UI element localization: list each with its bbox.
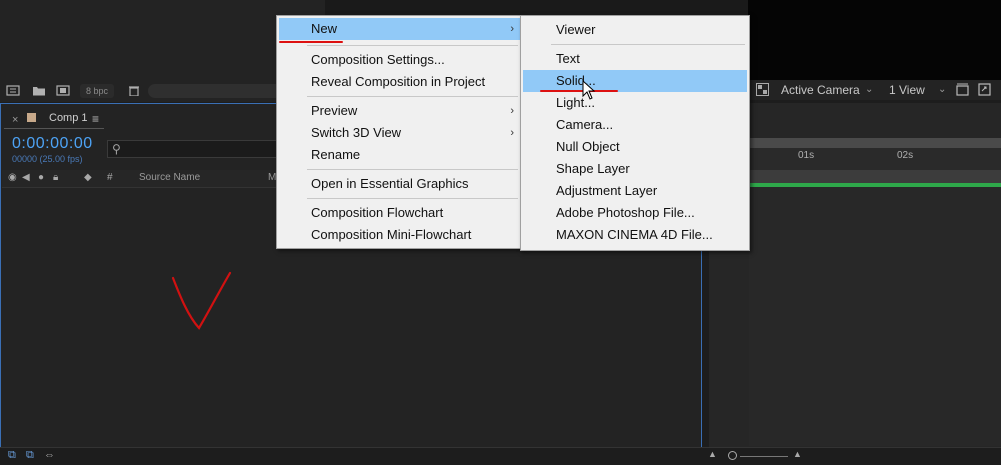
view-layout-select[interactable]: 1 View <box>889 82 925 98</box>
annotation-check-mark <box>171 271 232 330</box>
layer-track-area[interactable] <box>749 187 1001 446</box>
viewer-options-icon[interactable] <box>956 83 969 96</box>
menu-separator <box>551 44 745 45</box>
viewer-toolbar: Active Camera ⌄ 1 View ⌄ <box>748 80 1001 100</box>
solo-icon[interactable]: ● <box>38 172 44 183</box>
submenu-item-null-object[interactable]: Null Object <box>523 136 747 158</box>
menu-separator <box>307 96 518 97</box>
layer-switches-icon[interactable]: ⧉ <box>8 449 16 462</box>
new-composition-icon[interactable] <box>56 85 70 96</box>
chevron-right-icon: › <box>510 105 514 117</box>
work-area-bar[interactable] <box>749 170 1001 183</box>
menu-item-switch-3d-view[interactable]: Switch 3D View › <box>279 122 520 144</box>
menu-separator <box>307 169 518 170</box>
submenu-item-photoshop-file[interactable]: Adobe Photoshop File... <box>523 202 747 224</box>
new-submenu: Viewer Text Solid... Light... Camera... … <box>520 15 750 251</box>
submenu-item-adjustment-layer[interactable]: Adjustment Layer <box>523 180 747 202</box>
folder-icon[interactable] <box>32 85 46 96</box>
menu-item-composition-settings[interactable]: Composition Settings... <box>279 49 520 71</box>
chevron-right-icon: › <box>510 23 514 35</box>
current-time-display[interactable]: 0:00:00:00 <box>12 135 93 153</box>
composition-viewer <box>748 0 1001 80</box>
menu-item-preview[interactable]: Preview › <box>279 100 520 122</box>
composition-context-menu: New › Composition Settings... Reveal Comp… <box>276 15 523 249</box>
zoom-slider-handle[interactable] <box>728 451 737 460</box>
tab-divider <box>4 128 104 129</box>
frame-count-display: 00000 (25.00 fps) <box>12 154 83 164</box>
submenu-item-viewer[interactable]: Viewer <box>523 19 747 41</box>
chevron-down-icon: ⌄ <box>938 84 947 95</box>
tab-comp-1[interactable]: Comp 1 <box>49 112 88 124</box>
timeline-bottom-bar: ⧉ ⧉ ⇔ ▲ ▲ <box>0 447 1001 465</box>
submenu-item-cinema-4d-file[interactable]: MAXON CINEMA 4D File... <box>523 224 747 246</box>
eye-icon[interactable]: ◉ <box>8 172 17 183</box>
close-icon[interactable]: × <box>12 114 18 126</box>
time-ruler[interactable] <box>749 148 1001 170</box>
menu-separator <box>307 198 518 199</box>
menu-item-open-essential-graphics[interactable]: Open in Essential Graphics <box>279 173 520 195</box>
transfer-controls-icon[interactable]: ⧉ <box>26 449 34 462</box>
transparency-grid-icon[interactable] <box>756 83 769 96</box>
chevron-down-icon: ⌄ <box>865 84 874 95</box>
submenu-item-light[interactable]: Light... <box>523 92 747 114</box>
submenu-item-camera[interactable]: Camera... <box>523 114 747 136</box>
layer-number-header: # <box>107 172 113 183</box>
panel-menu-icon[interactable]: ≡ <box>92 112 99 126</box>
label-icon[interactable]: ◆ <box>84 172 92 183</box>
camera-select[interactable]: Active Camera <box>781 82 860 98</box>
submenu-item-text[interactable]: Text <box>523 48 747 70</box>
time-navigator[interactable] <box>749 138 1001 148</box>
composition-color-swatch <box>27 113 36 122</box>
audio-icon[interactable]: ◀ <box>22 172 30 183</box>
in-out-icon[interactable]: ⇔ <box>44 449 55 461</box>
menu-item-rename[interactable]: Rename <box>279 144 520 166</box>
source-name-header[interactable]: Source Name <box>139 172 200 183</box>
bit-depth-button[interactable]: 8 bpc <box>80 84 115 98</box>
menu-item-composition-mini-flowchart[interactable]: Composition Mini-Flowchart <box>279 224 520 246</box>
submenu-item-shape-layer[interactable]: Shape Layer <box>523 158 747 180</box>
menu-item-composition-flowchart[interactable]: Composition Flowchart <box>279 202 520 224</box>
layer-search-input[interactable] <box>107 140 277 158</box>
annotation-underline <box>540 90 618 92</box>
zoom-in-icon[interactable]: ▲ <box>793 449 802 459</box>
project-toolbar: 8 bpc <box>0 80 300 102</box>
submenu-item-solid[interactable]: Solid... <box>523 70 747 92</box>
interpret-footage-icon[interactable] <box>6 85 20 96</box>
reset-exposure-icon[interactable] <box>978 83 991 96</box>
ruler-label: 01s <box>798 150 815 161</box>
lock-icon[interactable]: 🔒︎ <box>53 172 58 183</box>
search-icon: ⚲ <box>112 142 121 156</box>
menu-item-reveal-composition[interactable]: Reveal Composition in Project <box>279 71 520 93</box>
zoom-out-icon[interactable]: ▲ <box>708 449 717 459</box>
mouse-cursor-icon <box>582 80 596 100</box>
annotation-underline <box>279 41 343 43</box>
chevron-right-icon: › <box>510 127 514 139</box>
menu-item-new[interactable]: New › <box>279 18 520 40</box>
ruler-label: 02s <box>897 150 914 161</box>
zoom-slider[interactable] <box>740 456 788 457</box>
menu-separator <box>307 45 518 46</box>
trash-icon[interactable] <box>127 85 141 96</box>
